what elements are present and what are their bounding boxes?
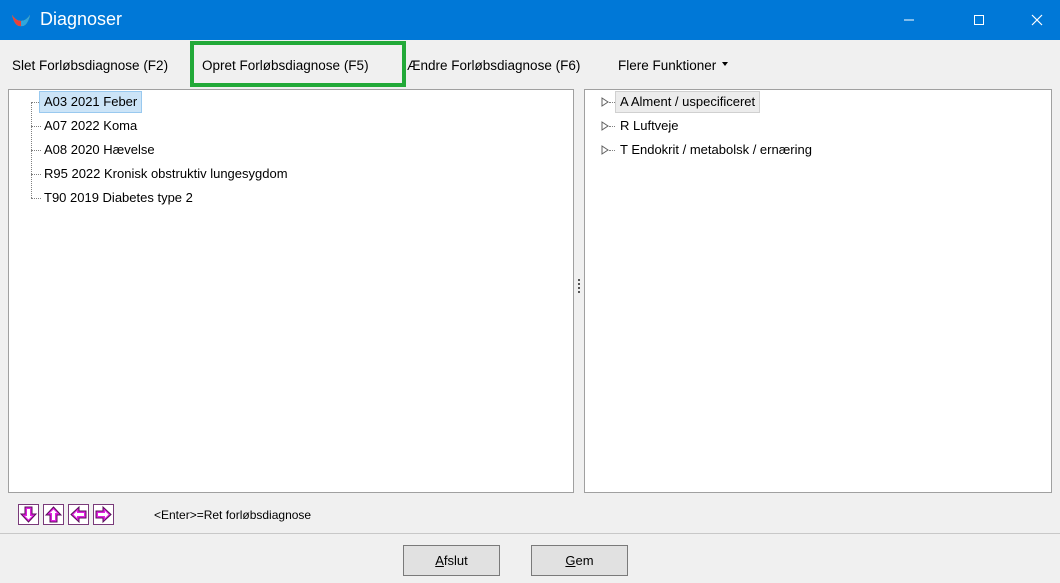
tree-item-a07[interactable]: A07 2022 Koma	[9, 115, 569, 137]
close-button[interactable]: Afslut	[403, 545, 500, 576]
expand-arrow-icon[interactable]	[601, 121, 609, 131]
move-down-button[interactable]	[18, 504, 39, 525]
category-item-a[interactable]: A Alment / uspecificeret	[585, 91, 1045, 113]
window-title: Diagnoser	[40, 9, 123, 29]
close-icon	[1031, 14, 1043, 26]
category-label: T Endokrit / metabolsk / ernæring	[620, 142, 812, 157]
splitter-grip-icon	[578, 279, 580, 295]
save-button-mnemonic: G	[565, 553, 576, 568]
tree-item-t90[interactable]: T90 2019 Diabetes type 2	[9, 187, 569, 209]
move-up-button[interactable]	[43, 504, 64, 525]
arrow-up-icon	[44, 506, 63, 523]
tree-item-a08[interactable]: A08 2020 Hævelse	[9, 139, 569, 161]
tree-item-label: R95 2022 Kronisk obstruktiv lungesygdom	[44, 166, 288, 181]
tree-item-label: T90 2019 Diabetes type 2	[44, 190, 193, 205]
category-item-r[interactable]: R Luftveje	[585, 115, 1045, 137]
tree-item-r95[interactable]: R95 2022 Kronisk obstruktiv lungesygdom	[9, 163, 569, 185]
maximize-button[interactable]	[956, 0, 1002, 40]
more-functions-label: Flere Funktioner	[618, 58, 717, 73]
caret-down-icon	[722, 62, 729, 67]
maximize-icon	[974, 15, 984, 25]
expand-arrow-icon[interactable]	[601, 145, 609, 155]
minimize-icon	[904, 19, 914, 21]
diagnosis-list-panel[interactable]: A03 2021 Feber A07 2022 Koma A08 2020 Hæ…	[8, 89, 574, 493]
arrow-down-icon	[19, 506, 38, 523]
arrow-left-icon	[70, 505, 87, 524]
close-window-button[interactable]	[1014, 0, 1060, 40]
arrow-right-icon	[95, 505, 112, 524]
category-label: A Alment / uspecificeret	[615, 91, 761, 113]
delete-diagnosis-button[interactable]: Slet Forløbsdiagnose (F2)	[12, 58, 168, 73]
expand-arrow-icon[interactable]	[601, 97, 609, 107]
title-bar[interactable]: Diagnoser	[0, 0, 1060, 40]
diagnosis-category-panel[interactable]: A Alment / uspecificeret R Luftveje T En…	[584, 89, 1052, 493]
edit-diagnosis-button[interactable]: Ændre Forløbsdiagnose (F6)	[407, 58, 580, 73]
save-button[interactable]: Gem	[531, 545, 628, 576]
close-button-mnemonic: A	[435, 553, 444, 568]
tree-item-label: A08 2020 Hævelse	[44, 142, 155, 157]
toolbar: Slet Forløbsdiagnose (F2) Opret Forløbsd…	[0, 40, 1060, 88]
status-hint: <Enter>=Ret forløbsdiagnose	[154, 508, 312, 522]
more-functions-menu[interactable]: Flere Funktioner	[618, 58, 729, 73]
tree-item-label: A07 2022 Koma	[44, 118, 138, 133]
divider	[0, 533, 1060, 534]
category-label: R Luftveje	[620, 118, 679, 133]
app-logo-icon	[12, 15, 30, 27]
status-bar: <Enter>=Ret forløbsdiagnose	[8, 497, 1052, 531]
category-item-t[interactable]: T Endokrit / metabolsk / ernæring	[585, 139, 1045, 161]
move-right-button[interactable]	[93, 504, 114, 525]
create-diagnosis-button[interactable]: Opret Forløbsdiagnose (F5)	[202, 58, 369, 73]
move-left-button[interactable]	[68, 504, 89, 525]
tree-item-a03[interactable]: A03 2021 Feber	[9, 91, 569, 113]
close-button-label: fslut	[443, 553, 468, 568]
minimize-button[interactable]	[886, 0, 932, 40]
tree-item-label: A03 2021 Feber	[39, 91, 143, 113]
save-button-label: em	[575, 553, 594, 568]
